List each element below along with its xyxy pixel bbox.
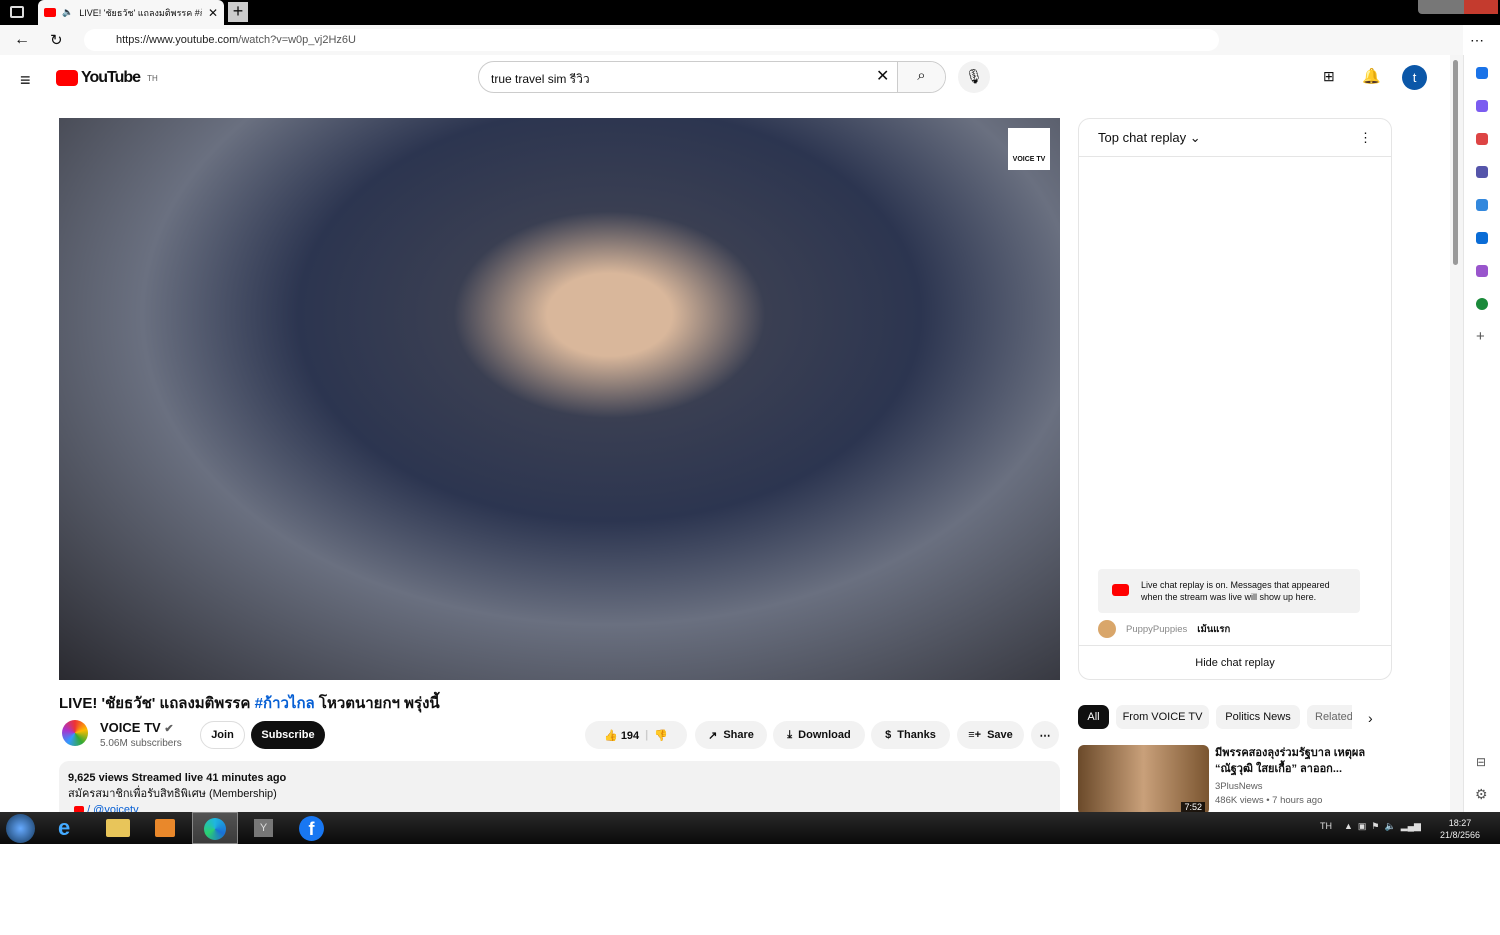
related-channel[interactable]: 3PlusNews (1215, 781, 1263, 792)
related-thumbnail[interactable]: 7:52 (1078, 745, 1209, 815)
like-dislike-group: 👍 194 | 👎 (585, 721, 687, 749)
chat-author-avatar (1098, 620, 1116, 638)
edge-taskbar-button[interactable] (192, 812, 238, 844)
start-button[interactable] (6, 814, 35, 843)
chat-menu-icon[interactable]: ⋮ (1359, 130, 1372, 145)
refresh-icon[interactable]: ↻ (50, 31, 63, 49)
app-y-icon[interactable]: Y (254, 819, 273, 837)
back-icon[interactable]: ← (14, 31, 30, 49)
video-player[interactable]: VOICE TV (59, 118, 1060, 680)
outlook-icon[interactable] (1476, 232, 1488, 244)
tab-title: LIVE! 'ชัยธวัช' แถลงมติพรรค #ก้าวไกล (79, 7, 202, 18)
windows-taskbar: e Y f TH ▲ ▣ ⚑ 🔈 ▂▄▆ 18:27 21/8/2566 (0, 812, 1500, 844)
hashtag-link[interactable]: #ก้าวไกล (255, 695, 315, 712)
tab-actions-icon[interactable] (10, 6, 24, 18)
scrollbar[interactable] (1450, 55, 1463, 812)
join-button[interactable]: Join (200, 721, 245, 749)
chip-related[interactable]: Related (1307, 705, 1352, 729)
channel-avatar[interactable] (62, 720, 88, 746)
chat-header: Top chat replay ⌄ ⋮ (1079, 119, 1391, 157)
hamburger-menu-icon[interactable]: ≡ (20, 70, 31, 91)
thanks-icon: $ (885, 729, 892, 741)
verified-icon: ✔ (164, 723, 174, 735)
new-tab-button[interactable]: + (228, 2, 248, 22)
window-controls[interactable] (1418, 0, 1498, 14)
url-field[interactable]: https://www.youtube.com/watch?v=w0p_vj2H… (84, 29, 1219, 51)
shopping-icon[interactable] (1476, 133, 1488, 145)
close-tab-icon[interactable]: ✕ (208, 6, 218, 20)
browser-tab-bar (0, 0, 1500, 25)
chevron-right-icon[interactable]: › (1368, 710, 1373, 726)
clear-search-icon[interactable]: ✕ (876, 66, 889, 86)
hide-chat-button[interactable]: Hide chat replay (1079, 645, 1391, 680)
games-icon[interactable] (1476, 298, 1488, 310)
chat-message: PuppyPuppies เม้นแรก (1098, 620, 1230, 638)
subscriber-count: 5.06M subscribers (100, 738, 182, 749)
save-button[interactable]: ≡+ Save (957, 721, 1024, 749)
more-actions-icon[interactable]: ⋯ (1031, 721, 1059, 749)
view-stats: 9,625 views Streamed live 41 minutes ago (68, 772, 287, 784)
settings-icon[interactable]: ⚙ (1475, 786, 1488, 803)
tools-icon[interactable] (1476, 166, 1488, 178)
youtube-logo[interactable]: YouTube TH (56, 69, 158, 87)
save-icon: ≡+ (968, 729, 982, 741)
clock[interactable]: 18:27 21/8/2566 (1440, 817, 1480, 841)
video-title: LIVE! 'ชัยธวัช' แถลงมติพรรค #ก้าวไกล โหว… (59, 695, 440, 712)
download-icon: ⤓ (787, 728, 793, 741)
download-button[interactable]: ⤓ Download (773, 721, 865, 749)
share-button[interactable]: ↗ Share (695, 721, 767, 749)
avatar[interactable]: t (1402, 65, 1427, 90)
notifications-icon[interactable]: 🔔 (1362, 67, 1381, 85)
chat-mode-dropdown[interactable]: Top chat replay ⌄ (1098, 130, 1201, 145)
channel-watermark: VOICE TV (1008, 128, 1050, 170)
dislike-button[interactable]: 👎 (654, 729, 668, 742)
related-meta: 486K views • 7 hours ago (1215, 795, 1323, 806)
subscribe-button[interactable]: Subscribe (251, 721, 325, 749)
live-chat-panel: Top chat replay ⌄ ⋮ Live chat replay is o… (1078, 118, 1392, 680)
office-icon[interactable] (1476, 199, 1488, 211)
youtube-favicon-icon (44, 8, 56, 17)
thanks-button[interactable]: $ Thanks (871, 721, 950, 749)
chip-politics-news[interactable]: Politics News (1216, 705, 1300, 729)
search-button[interactable]: ⌕ (897, 62, 945, 92)
create-icon[interactable]: ⊞ (1323, 68, 1335, 85)
chat-replay-notice: Live chat replay is on. Messages that ap… (1098, 569, 1360, 613)
speaker-icon[interactable]: 🔈 (62, 7, 73, 18)
sidebar-layout-icon[interactable]: ⊟ (1476, 755, 1486, 769)
window-close-button[interactable] (1464, 0, 1498, 14)
internet-explorer-icon[interactable]: e (58, 817, 82, 839)
youtube-icon (1112, 584, 1129, 596)
chip-from-voice-tv[interactable]: From VOICE TV (1116, 705, 1209, 729)
file-explorer-icon[interactable] (106, 819, 130, 837)
like-button[interactable]: 👍 194 (604, 729, 639, 742)
add-sidebar-icon[interactable]: + (1476, 328, 1485, 345)
video-duration: 7:52 (1181, 802, 1205, 812)
designer-icon[interactable] (1476, 265, 1488, 277)
more-menu-icon[interactable]: ⋯ (1470, 32, 1484, 49)
share-icon: ↗ (708, 729, 718, 742)
tray-icons[interactable]: ▲ ▣ ⚑ 🔈 ▂▄▆ (1344, 821, 1421, 832)
search-icon[interactable] (1476, 67, 1488, 79)
copilot-icon[interactable] (1476, 100, 1488, 112)
related-title[interactable]: มีพรรคสองลุงร่วมรัฐบาล เหตุผล “ณัฐวุฒิ ใ… (1215, 745, 1375, 777)
description-text: สมัครสมาชิกเพื่อรับสิทธิพิเศษ (Membershi… (68, 788, 277, 800)
media-player-icon[interactable] (155, 819, 175, 837)
channel-name[interactable]: VOICE TV ✔ (100, 720, 174, 735)
microphone-icon[interactable]: 🎙 (958, 61, 990, 93)
language-indicator[interactable]: TH (1320, 821, 1332, 831)
browser-tab[interactable]: 🔈 LIVE! 'ชัยธวัช' แถลงมติพรรค #ก้าวไกล ✕ (38, 0, 224, 25)
chip-all[interactable]: All (1078, 705, 1109, 729)
facebook-icon[interactable]: f (299, 816, 324, 841)
